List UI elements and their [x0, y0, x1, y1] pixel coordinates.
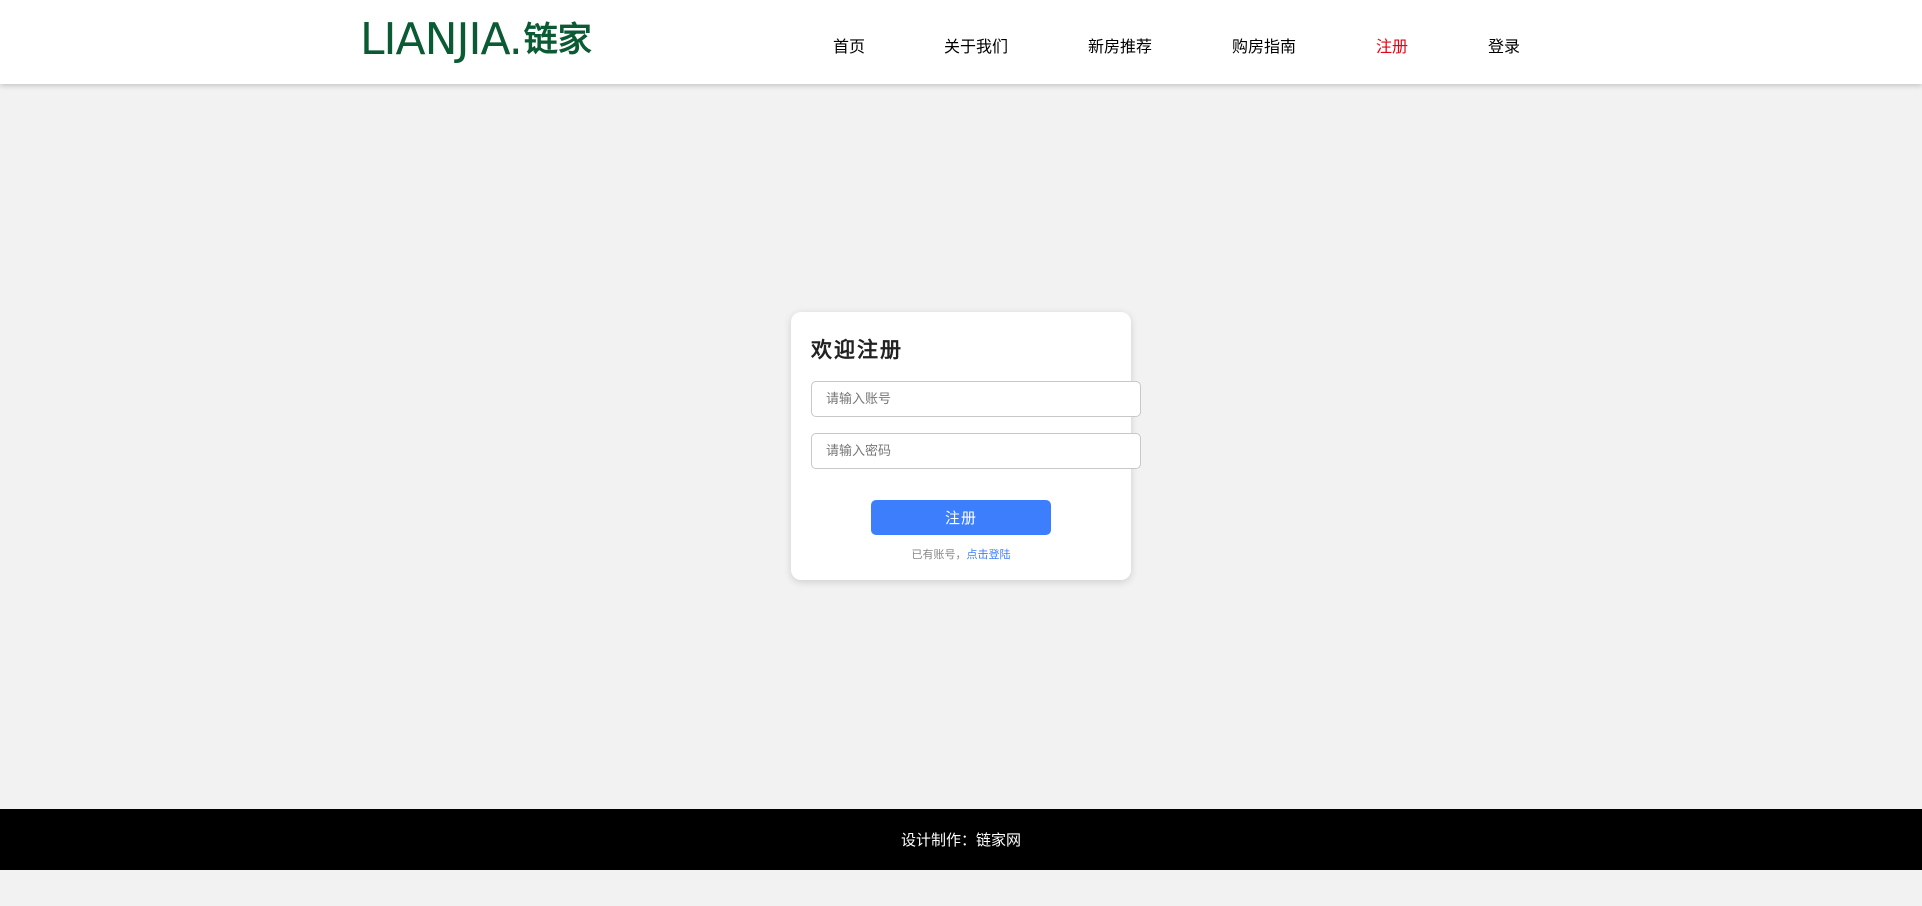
login-hint: 已有账号，点击登陆	[791, 546, 1131, 562]
lianjia-logo[interactable]: LIANJIA. 链家	[360, 16, 592, 64]
logo-wordmark: LIANJIA.	[360, 14, 523, 65]
footer-credit: 设计制作：链家网	[900, 831, 1021, 849]
logo-chinese: 链家	[523, 20, 592, 60]
password-input[interactable]	[811, 433, 1141, 469]
register-title: 欢迎注册	[811, 338, 903, 362]
nav-item-home[interactable]: 首页	[833, 33, 865, 57]
account-input[interactable]	[811, 381, 1141, 417]
site-header: LIANJIA. 链家 首页 关于我们 新房推荐 购房指南 注册 登录	[0, 0, 1922, 84]
login-link[interactable]: 点击登陆	[967, 548, 1011, 561]
site-footer: 设计制作：链家网	[0, 809, 1922, 870]
nav-item-about[interactable]: 关于我们	[944, 33, 1008, 57]
nav-item-register[interactable]: 注册	[1376, 33, 1408, 57]
register-button[interactable]: 注册	[871, 500, 1051, 535]
nav-item-guide[interactable]: 购房指南	[1232, 33, 1296, 57]
login-hint-text: 已有账号，	[911, 548, 967, 561]
register-card: 欢迎注册 注册 已有账号，点击登陆	[791, 312, 1141, 580]
nav-item-login[interactable]: 登录	[1488, 33, 1520, 57]
nav-item-new-homes[interactable]: 新房推荐	[1088, 33, 1152, 57]
